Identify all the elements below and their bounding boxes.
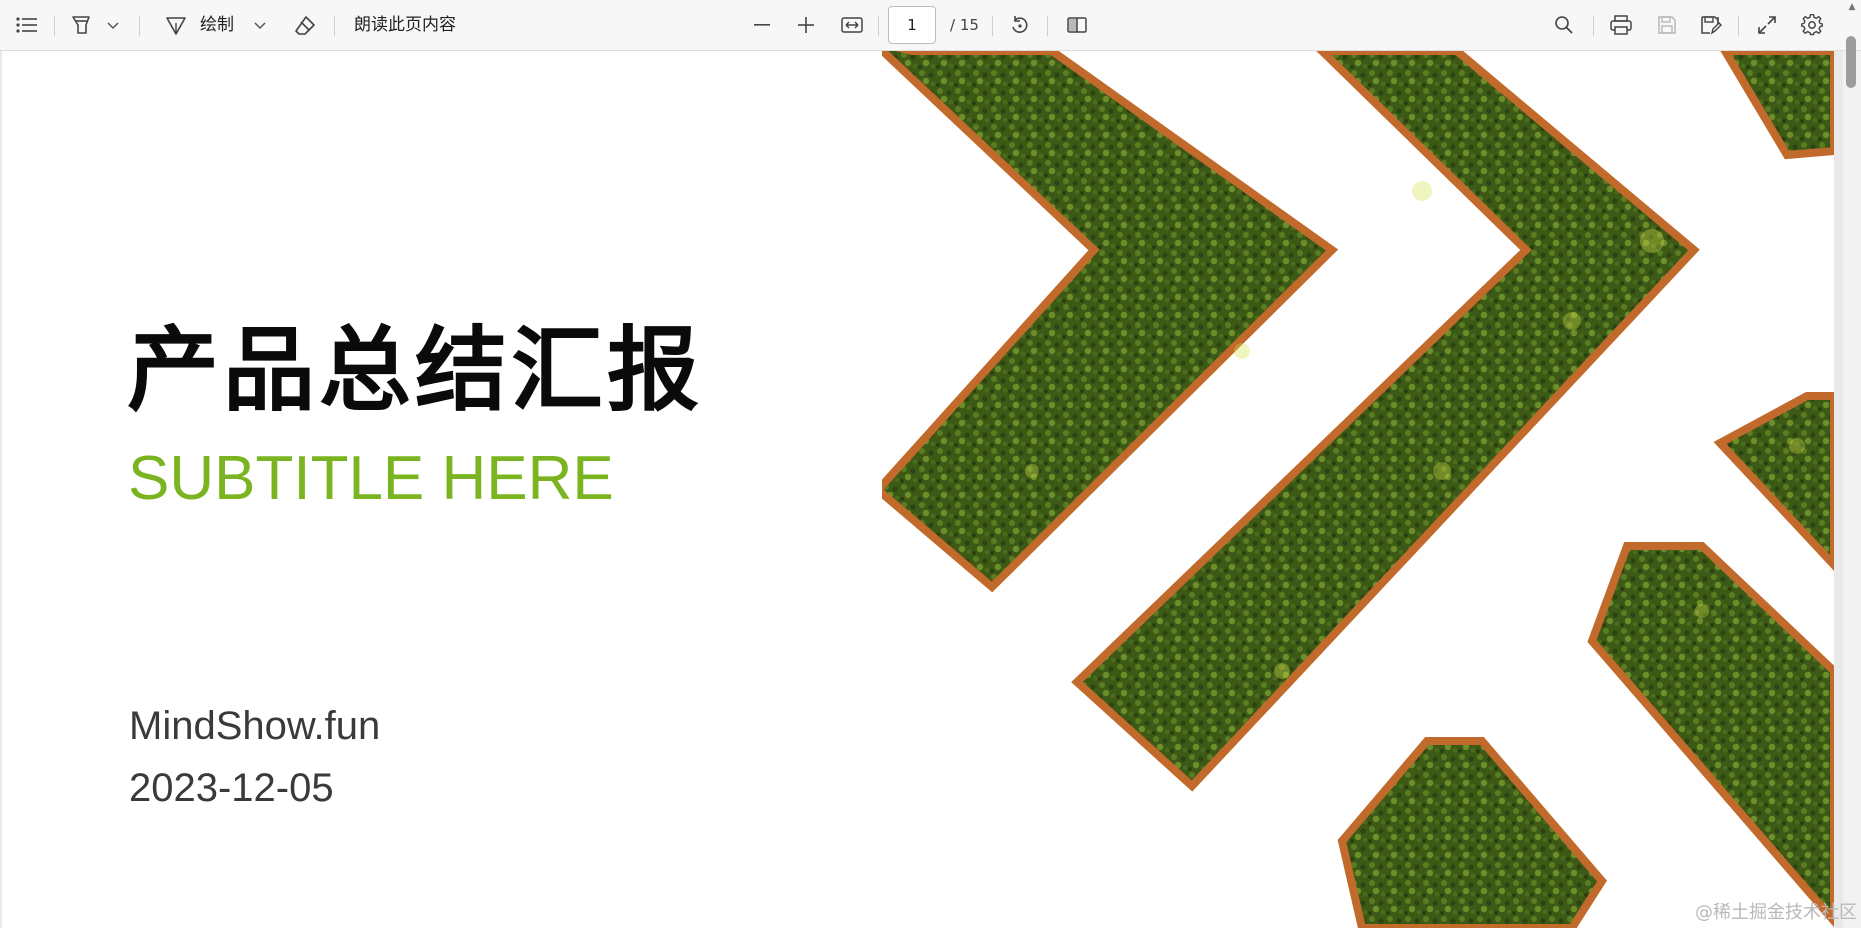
chevron-down-icon[interactable] — [104, 18, 122, 34]
print-icon[interactable] — [1608, 13, 1634, 37]
read-aloud-button[interactable]: 朗读此页内容 — [354, 14, 456, 36]
search-icon[interactable] — [1551, 13, 1577, 37]
slide-brand: MindShow.fun — [129, 704, 381, 748]
toolbar-divider — [1593, 16, 1594, 36]
toolbar-divider — [878, 16, 879, 36]
scrollbar-thumb[interactable] — [1846, 36, 1856, 88]
minus-icon[interactable] — [750, 14, 774, 36]
page-view-icon[interactable] — [1064, 13, 1090, 37]
draw-pen-icon[interactable] — [163, 13, 189, 37]
save-as-icon[interactable] — [1698, 13, 1724, 37]
save-icon[interactable] — [1654, 13, 1680, 37]
slide-subtitle: SUBTITLE HERE — [128, 444, 614, 513]
page-total: / 15 — [950, 16, 979, 34]
toolbar-divider — [334, 16, 335, 36]
page-number-input[interactable] — [888, 6, 936, 44]
toolbar-divider — [54, 16, 55, 36]
highlighter-icon[interactable] — [68, 13, 94, 37]
eraser-icon[interactable] — [292, 13, 318, 37]
fullscreen-icon[interactable] — [1754, 13, 1780, 37]
watermark: @稀土掘金技术社区 — [1695, 902, 1857, 923]
rotate-icon[interactable] — [1007, 13, 1033, 37]
hedge-maze-image — [882, 51, 1834, 928]
toolbar-divider — [992, 16, 993, 36]
toolbar-divider — [1047, 16, 1048, 36]
fit-width-icon[interactable] — [839, 13, 865, 37]
slide-date: 2023-12-05 — [129, 766, 334, 810]
toolbar-divider — [1738, 16, 1739, 36]
contents-list-icon[interactable] — [14, 14, 40, 36]
plus-icon[interactable] — [794, 14, 818, 36]
chevron-down-icon[interactable] — [251, 18, 269, 34]
scroll-up-arrow-icon[interactable]: ▲ — [1847, 0, 1857, 14]
gear-icon[interactable] — [1799, 13, 1825, 37]
pdf-page: 产品总结汇报 SUBTITLE HERE MindShow.fun 2023-1… — [2, 51, 1834, 928]
draw-label[interactable]: 绘制 — [200, 14, 234, 36]
pdf-toolbar: 绘制 朗读此页内容 / 15 — [0, 0, 1861, 51]
slide-title: 产品总结汇报 — [127, 317, 704, 424]
toolbar-divider — [139, 16, 140, 36]
vertical-scrollbar[interactable] — [1843, 51, 1861, 928]
document-viewer[interactable]: 产品总结汇报 SUBTITLE HERE MindShow.fun 2023-1… — [0, 51, 1861, 928]
